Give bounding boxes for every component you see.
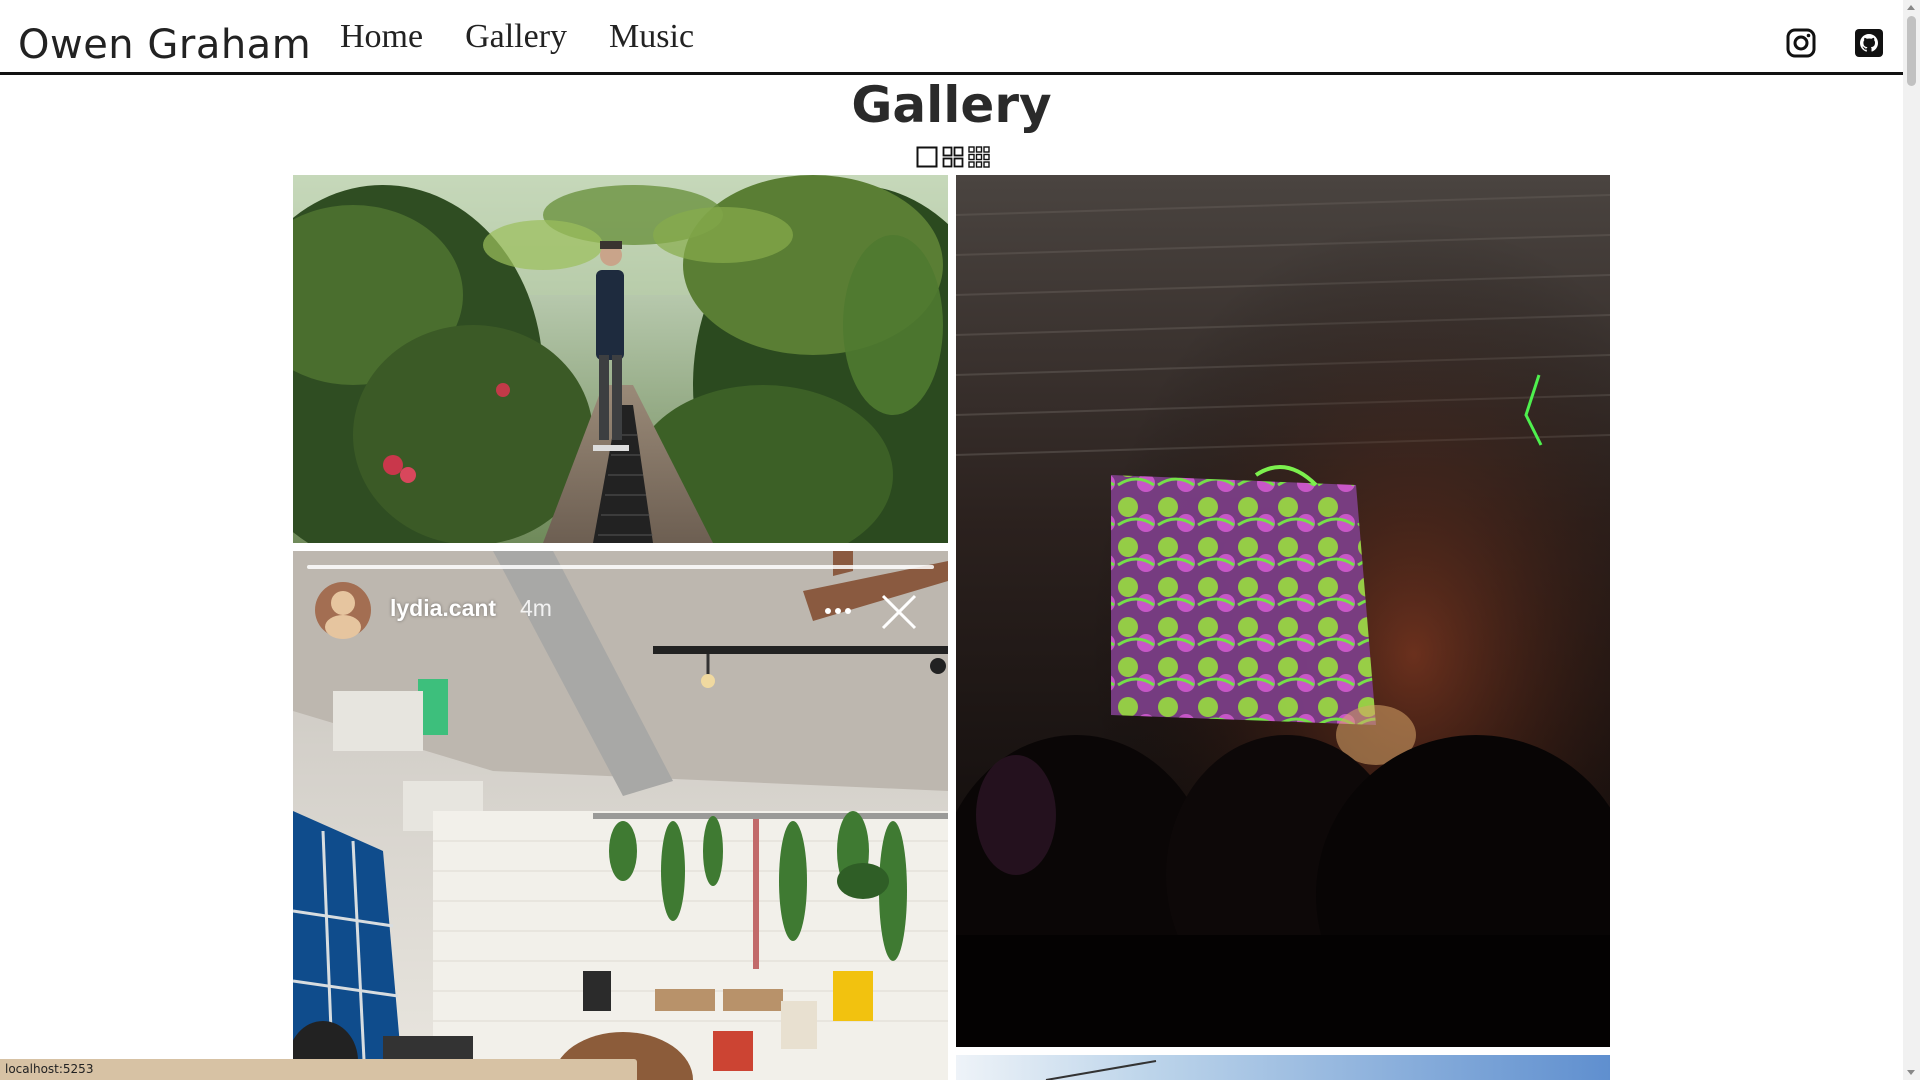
browser-status-bar: localhost:5253: [0, 1059, 637, 1080]
nav-home-link[interactable]: Home: [340, 18, 423, 56]
gallery-photo-concert[interactable]: [956, 175, 1610, 1047]
page-title: Gallery: [851, 76, 1052, 134]
story-username: lydia.cant: [390, 595, 497, 621]
site-header: Owen Graham Home Gallery Music: [0, 0, 1903, 75]
nav-gallery-link[interactable]: Gallery: [465, 18, 567, 56]
gallery-photo-sky[interactable]: [956, 1055, 1610, 1080]
instagram-icon[interactable]: [1785, 27, 1817, 59]
github-icon[interactable]: [1853, 27, 1885, 59]
main-nav: Home Gallery Music: [340, 18, 694, 56]
page-scrollbar[interactable]: [1903, 0, 1920, 1080]
scroll-up-icon[interactable]: [1907, 5, 1915, 10]
gallery-photo-story[interactable]: lydia.cant 4m: [293, 551, 948, 1080]
site-brand[interactable]: Owen Graham: [18, 22, 311, 68]
story-timestamp: 4m: [520, 595, 552, 621]
page: Owen Graham Home Gallery Music Gallery l…: [0, 0, 1920, 1080]
scroll-thumb[interactable]: [1907, 16, 1916, 86]
three-column-grid-icon[interactable]: [968, 146, 990, 168]
layout-toggle-group: [916, 146, 990, 168]
scroll-down-icon[interactable]: [1907, 1070, 1915, 1075]
gallery-photo-greenhouse[interactable]: [293, 175, 948, 543]
nav-music-link[interactable]: Music: [609, 18, 694, 56]
single-column-icon[interactable]: [916, 146, 938, 168]
two-column-grid-icon[interactable]: [942, 146, 964, 168]
